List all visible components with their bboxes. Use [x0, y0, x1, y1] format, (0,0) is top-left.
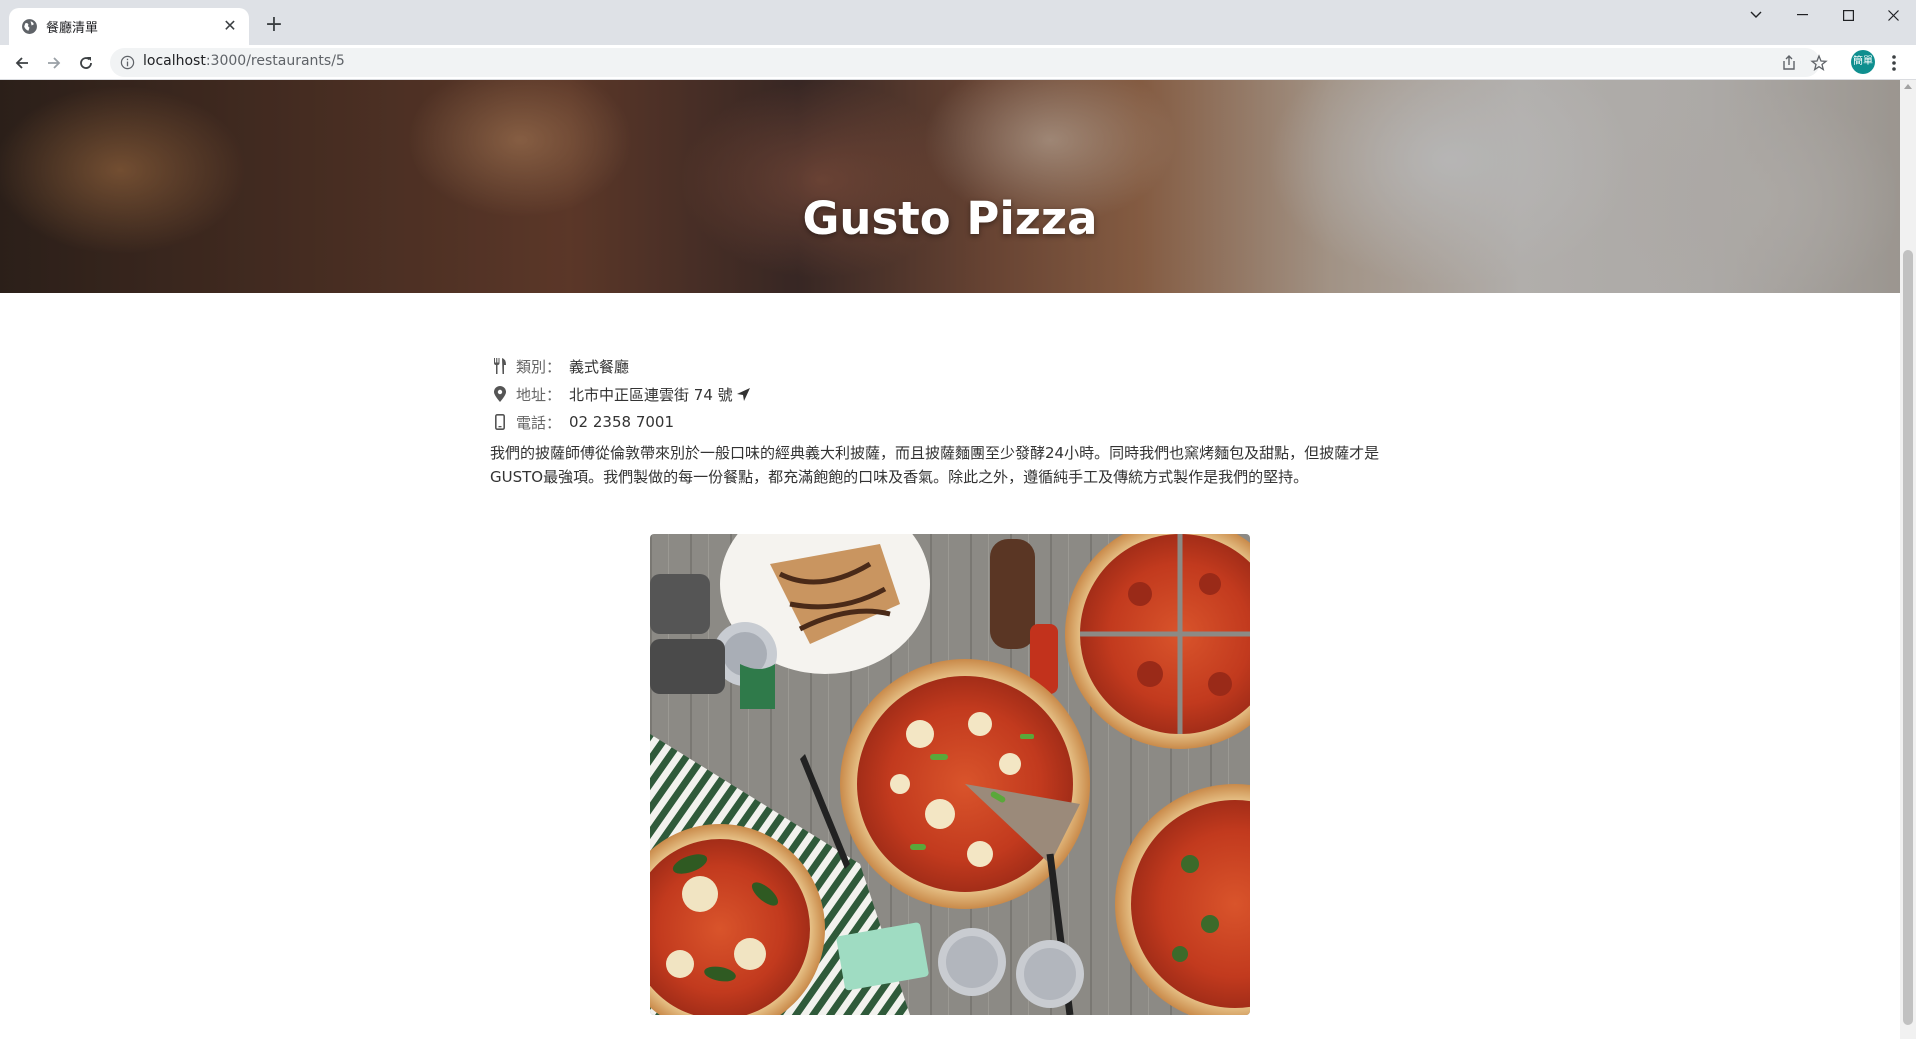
back-arrow-icon[interactable]	[8, 49, 36, 77]
maximize-button[interactable]	[1825, 0, 1871, 30]
phone-row: 電話： 02 2358 7001	[490, 411, 674, 433]
address-row: 地址： 北市中正區連雲街 74 號	[490, 383, 750, 405]
restaurant-banner: Gusto Pizza	[0, 80, 1900, 293]
pizza-photo-illustration	[650, 534, 1250, 1015]
category-label: 類別：	[516, 357, 562, 376]
new-tab-button[interactable]: +	[260, 12, 288, 40]
tab-search-chevron-icon[interactable]	[1733, 0, 1779, 30]
bookmark-star-icon[interactable]	[1810, 54, 1828, 72]
page-viewport: Gusto Pizza 類別： 義式餐廳 地址： 北市中正區連雲街 74 號 電…	[0, 80, 1900, 1039]
info-icon[interactable]	[120, 55, 135, 70]
share-icon[interactable]	[1780, 54, 1798, 72]
category-row: 類別： 義式餐廳	[490, 355, 629, 377]
tab-strip: 餐廳清單 ✕ +	[0, 0, 1916, 45]
minimize-button[interactable]	[1779, 0, 1825, 30]
location-arrow-icon[interactable]	[736, 387, 750, 401]
utensils-icon	[490, 357, 510, 375]
browser-tab[interactable]: 餐廳清單 ✕	[9, 8, 249, 45]
phone-label: 電話：	[516, 413, 562, 432]
address-label: 地址：	[516, 385, 562, 404]
mobile-icon	[490, 413, 510, 431]
globe-icon	[22, 19, 37, 34]
restaurant-description: 我們的披薩師傅從倫敦帶來別於一般口味的經典義大利披薩，而且披薩麵團至少發酵24小…	[490, 444, 1380, 486]
profile-avatar[interactable]: 簡單	[1851, 50, 1875, 74]
restaurant-photo	[650, 534, 1250, 1015]
map-marker-icon	[490, 385, 510, 403]
restaurant-name: Gusto Pizza	[802, 192, 1098, 245]
browser-toolbar: localhost:3000/restaurants/5 簡單	[0, 45, 1916, 80]
phone-value: 02 2358 7001	[569, 413, 674, 431]
reload-icon[interactable]	[72, 49, 100, 77]
tab-title: 餐廳清單	[46, 21, 99, 36]
url-text[interactable]: localhost:3000/restaurants/5	[143, 53, 345, 69]
scrollbar-thumb[interactable]	[1903, 250, 1913, 1025]
forward-arrow-icon[interactable]	[40, 49, 68, 77]
scroll-up-arrow-icon[interactable]	[1904, 84, 1912, 89]
close-tab-icon[interactable]: ✕	[219, 15, 241, 37]
address-bar[interactable]: localhost:3000/restaurants/5	[110, 48, 1828, 77]
category-value: 義式餐廳	[569, 357, 630, 376]
page-scrollbar[interactable]	[1900, 80, 1916, 1039]
close-window-button[interactable]	[1870, 0, 1916, 30]
address-value: 北市中正區連雲街 74 號	[569, 385, 733, 404]
more-menu-icon[interactable]	[1888, 51, 1900, 75]
